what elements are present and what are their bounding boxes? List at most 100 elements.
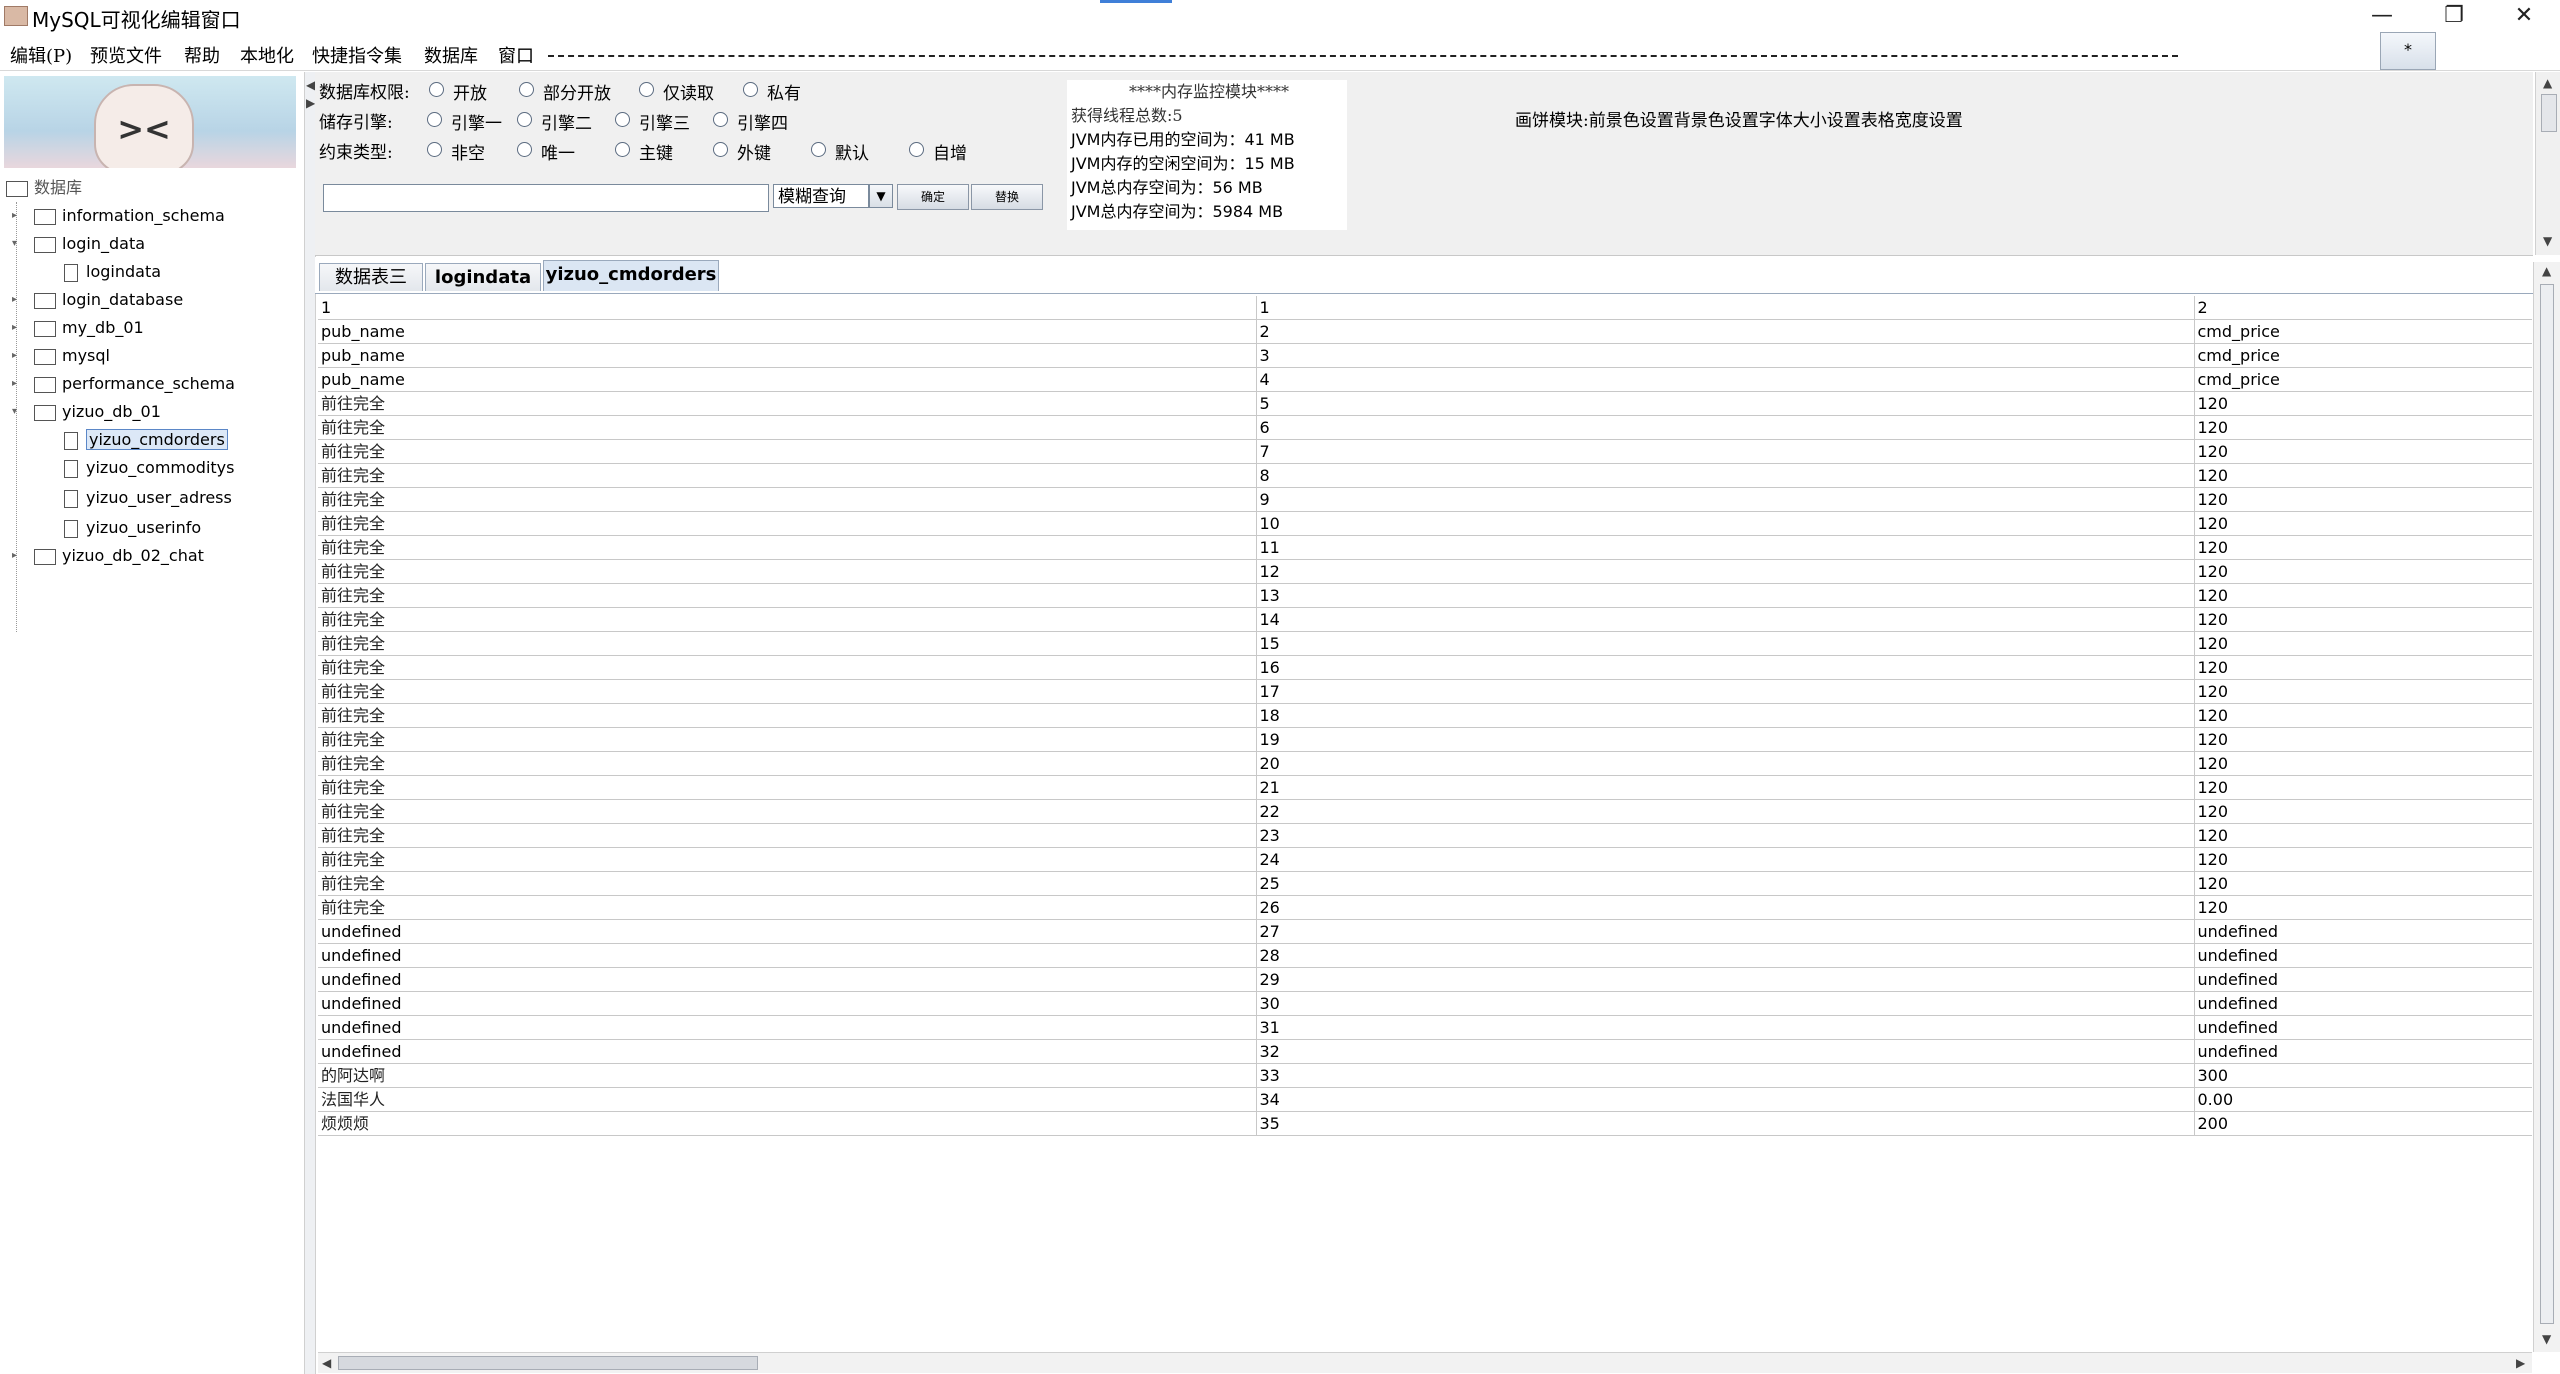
table-row[interactable]: undefined 31 undefined xyxy=(318,1015,2532,1040)
tree-node-logindata[interactable]: logindata xyxy=(64,260,161,284)
table-cell[interactable]: 20 xyxy=(1256,751,2195,776)
fuzzy-query-select[interactable]: 模糊查询 xyxy=(773,184,869,208)
table-cell[interactable]: 120 xyxy=(2194,847,2532,872)
table-horizontal-scrollbar[interactable]: ◀ ▶ xyxy=(318,1352,2532,1373)
table-cell[interactable]: 120 xyxy=(2194,799,2532,824)
table-cell[interactable]: 前往完全 xyxy=(318,487,1257,512)
table-cell[interactable]: 24 xyxy=(1256,847,2195,872)
table-cell[interactable]: 前往完全 xyxy=(318,775,1257,800)
table-cell[interactable]: 120 xyxy=(2194,823,2532,848)
table-cell[interactable]: undefined xyxy=(2194,943,2532,968)
table-row[interactable]: 前往完全 22 120 xyxy=(318,799,2532,824)
table-cell[interactable]: 10 xyxy=(1256,511,2195,536)
scroll-down-icon[interactable]: ▼ xyxy=(2542,1332,2551,1346)
table-cell[interactable]: 26 xyxy=(1256,895,2195,920)
table-cell[interactable]: undefined xyxy=(2194,991,2532,1016)
table-cell[interactable]: undefined xyxy=(2194,919,2532,944)
chevron-down-icon[interactable]: ▼ xyxy=(869,184,893,208)
tab-yizuo-cmdorders[interactable]: yizuo_cmdorders xyxy=(543,260,719,291)
table-cell[interactable]: 前往完全 xyxy=(318,751,1257,776)
menu-window[interactable]: 窗口 xyxy=(498,42,534,68)
scroll-thumb[interactable] xyxy=(338,1356,758,1370)
tree-root[interactable]: 数据库 xyxy=(6,176,82,200)
radio-constraint-default[interactable] xyxy=(811,142,826,157)
table-cell[interactable]: undefined xyxy=(318,1039,1257,1064)
search-input[interactable] xyxy=(323,184,769,212)
table-row[interactable]: 前往完全 21 120 xyxy=(318,775,2532,800)
star-button[interactable]: * xyxy=(2380,32,2436,70)
radio-constraint-primary[interactable] xyxy=(615,142,630,157)
table-cell[interactable]: 200 xyxy=(2194,1111,2532,1136)
expand-icon[interactable]: ▸ xyxy=(12,379,22,389)
table-row[interactable]: 前往完全 23 120 xyxy=(318,823,2532,848)
tree-node-yizuo-db-01[interactable]: ▾ yizuo_db_01 xyxy=(12,400,161,424)
table-row[interactable]: 烦烦烦 35 200 xyxy=(318,1111,2532,1136)
table-row[interactable]: 前往完全 12 120 xyxy=(318,559,2532,584)
table-cell[interactable]: undefined xyxy=(318,919,1257,944)
radio-constraint-unique[interactable] xyxy=(517,142,532,157)
menu-help[interactable]: 帮助 xyxy=(184,42,220,68)
table-cell[interactable]: 2 xyxy=(1256,319,2195,344)
table-cell[interactable]: 前往完全 xyxy=(318,583,1257,608)
table-row[interactable]: 前往完全 25 120 xyxy=(318,871,2532,896)
confirm-button[interactable]: 确定 xyxy=(897,184,969,210)
table-row[interactable]: 前往完全 17 120 xyxy=(318,679,2532,704)
table-row[interactable]: 前往完全 11 120 xyxy=(318,535,2532,560)
table-cell[interactable]: pub_name xyxy=(318,319,1257,344)
minimize-button[interactable]: — xyxy=(2346,0,2418,34)
table-cell[interactable]: 前往完全 xyxy=(318,511,1257,536)
table-cell[interactable]: 9 xyxy=(1256,487,2195,512)
table-vertical-scrollbar[interactable]: ▲ ▼ xyxy=(2533,262,2560,1352)
table-cell[interactable]: 2 xyxy=(2194,296,2532,320)
radio-constraint-autoincrement[interactable] xyxy=(909,142,924,157)
scroll-right-icon[interactable]: ▶ xyxy=(2516,1356,2525,1370)
table-cell[interactable]: 前往完全 xyxy=(318,655,1257,680)
expand-icon[interactable]: ▸ xyxy=(12,551,22,561)
table-cell[interactable]: 120 xyxy=(2194,655,2532,680)
table-row[interactable]: undefined 29 undefined xyxy=(318,967,2532,992)
table-cell[interactable]: 前往完全 xyxy=(318,559,1257,584)
radio-constraint-notnull[interactable] xyxy=(427,142,442,157)
table-row[interactable]: undefined 27 undefined xyxy=(318,919,2532,944)
scroll-thumb[interactable] xyxy=(2540,284,2554,1324)
table-cell[interactable]: 120 xyxy=(2194,607,2532,632)
table-cell[interactable]: 前往完全 xyxy=(318,727,1257,752)
table-cell[interactable]: 前往完全 xyxy=(318,895,1257,920)
table-cell[interactable]: 烦烦烦 xyxy=(318,1111,1257,1136)
table-cell[interactable]: 3 xyxy=(1256,343,2195,368)
table-row[interactable]: 前往完全 18 120 xyxy=(318,703,2532,728)
table-cell[interactable]: 120 xyxy=(2194,487,2532,512)
table-cell[interactable]: 前往完全 xyxy=(318,607,1257,632)
table-cell[interactable]: 13 xyxy=(1256,583,2195,608)
table-cell[interactable]: 1 xyxy=(1256,296,2195,320)
table-cell[interactable]: 120 xyxy=(2194,727,2532,752)
tree-node-information-schema[interactable]: ▸ information_schema xyxy=(12,204,225,228)
tree-node-login-data[interactable]: ▾ login_data xyxy=(12,232,145,256)
table-cell[interactable]: undefined xyxy=(318,943,1257,968)
table-cell[interactable]: 5 xyxy=(1256,391,2195,416)
table-cell[interactable]: 120 xyxy=(2194,463,2532,488)
radio-constraint-foreign[interactable] xyxy=(713,142,728,157)
table-row[interactable]: pub_name 4 cmd_price xyxy=(318,367,2532,392)
table-cell[interactable]: 120 xyxy=(2194,751,2532,776)
table-row[interactable]: 前往完全 5 120 xyxy=(318,391,2532,416)
table-cell[interactable]: 32 xyxy=(1256,1039,2195,1064)
table-cell[interactable]: 前往完全 xyxy=(318,439,1257,464)
table-cell[interactable]: 120 xyxy=(2194,679,2532,704)
tree-node-yizuo-cmdorders[interactable]: yizuo_cmdorders xyxy=(64,428,228,452)
table-cell[interactable]: 前往完全 xyxy=(318,391,1257,416)
table-cell[interactable]: 120 xyxy=(2194,871,2532,896)
table-cell[interactable]: 前往完全 xyxy=(318,415,1257,440)
table-cell[interactable]: 前往完全 xyxy=(318,871,1257,896)
table-cell[interactable]: 33 xyxy=(1256,1063,2195,1088)
table-cell[interactable]: undefined xyxy=(2194,1015,2532,1040)
table-row[interactable]: pub_name 3 cmd_price xyxy=(318,343,2532,368)
scroll-up-icon[interactable]: ▲ xyxy=(2543,76,2552,90)
collapse-icon[interactable]: ▾ xyxy=(12,407,22,417)
scroll-thumb[interactable] xyxy=(2541,94,2557,132)
expand-icon[interactable]: ▸ xyxy=(12,351,22,361)
table-cell[interactable]: 120 xyxy=(2194,415,2532,440)
table-cell[interactable]: 的阿达啊 xyxy=(318,1063,1257,1088)
tree-node-yizuo-db-02-chat[interactable]: ▸ yizuo_db_02_chat xyxy=(12,544,204,568)
menu-localize[interactable]: 本地化 xyxy=(240,42,294,68)
